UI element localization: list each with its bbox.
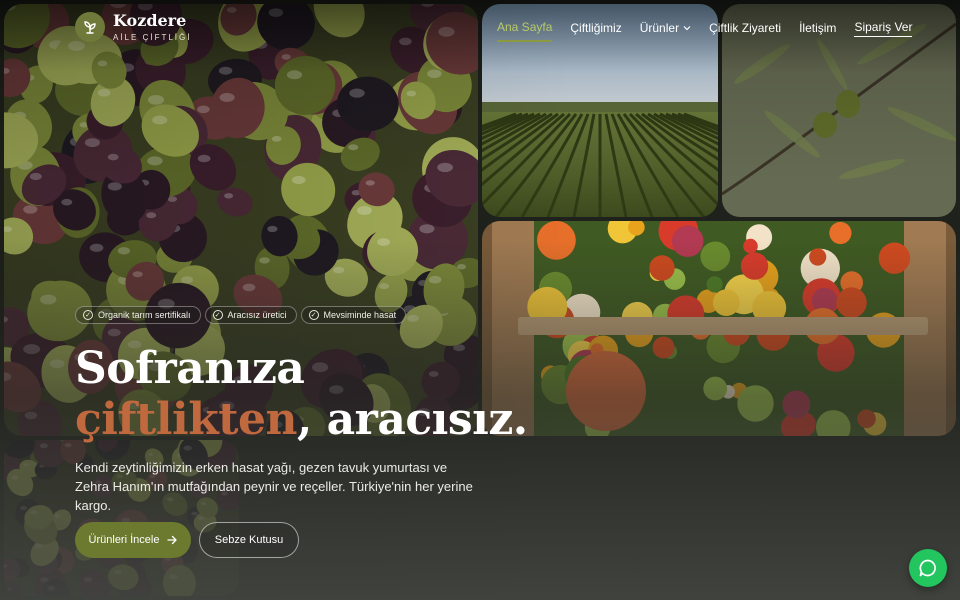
check-circle-icon: ✓ — [83, 310, 93, 320]
brand-name: Kozdere — [113, 10, 187, 30]
headline-line-1: Sofranıza — [75, 343, 305, 394]
chevron-down-icon — [683, 26, 691, 31]
vegetable-box-button[interactable]: Sebze Kutusu — [199, 522, 299, 558]
brand-tagline: AİLE ÇİFTLİĞİ — [113, 32, 192, 42]
nav-item-products[interactable]: Ürünler — [640, 21, 691, 41]
sprout-icon — [75, 12, 105, 42]
nav-item-farm[interactable]: Çiftliğimiz — [570, 21, 621, 41]
check-circle-icon: ✓ — [308, 310, 319, 320]
badge-seasonal: ✓ Mevsiminde hasat — [300, 306, 407, 324]
chat-bubble-icon — [919, 559, 936, 577]
hero-description: Kendi zeytinliğimizin erken hasat yağı, … — [75, 460, 473, 513]
browse-products-button[interactable]: Ürünleri İncele — [75, 522, 191, 558]
feature-badges: ✓ Organik tarım sertifikalı ✓ Aracısız ü… — [75, 306, 407, 324]
nav-item-home[interactable]: Ana Sayfa — [497, 20, 553, 42]
nav-item-products-label: Ürünler — [639, 21, 680, 35]
vegetable-box-label: Sebze Kutusu — [214, 534, 284, 546]
badge-direct-producer: ✓ Aracısız üretici — [204, 306, 297, 324]
badge-label: Organik tarım sertifikalı — [98, 310, 191, 320]
badge-label: Mevsiminde hasat — [323, 310, 397, 320]
arrow-right-icon — [167, 535, 178, 545]
nav-item-farm-visit[interactable]: Çiftlik Ziyareti — [709, 21, 781, 41]
headline-accent: çiftlikten — [75, 394, 297, 445]
photo-vegetable-crate — [482, 221, 956, 436]
brand-logo[interactable]: Kozdere AİLE ÇİFTLİĞİ — [75, 12, 191, 42]
chat-button[interactable] — [909, 549, 947, 587]
badge-label: Aracısız üretici — [227, 310, 287, 320]
check-circle-icon: ✓ — [212, 310, 223, 320]
browse-products-label: Ürünleri İncele — [88, 534, 160, 546]
headline-rest: , aracısız. — [296, 394, 528, 445]
order-link[interactable]: Sipariş Ver — [854, 20, 913, 37]
badge-organic: ✓ Organik tarım sertifikalı — [75, 306, 201, 324]
nav-item-contact[interactable]: İletişim — [799, 21, 836, 41]
main-nav: Ana Sayfa Çiftliğimiz Ürünler Çiftlik Zi… — [497, 20, 913, 42]
hero-headline: Sofranıza çiftlikten, aracısız. — [75, 343, 528, 445]
